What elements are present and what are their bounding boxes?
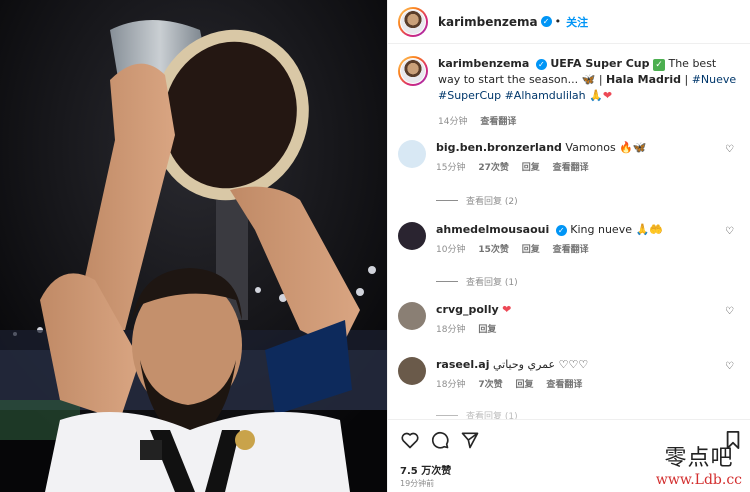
hashtag-supercup[interactable]: #SuperCup [438,89,501,102]
translate-button[interactable]: 查看翻译 [553,163,589,173]
action-bar: 7.5 万次赞 19分钟前 零点吧 www.Ldb.cc [388,419,750,492]
comment-username[interactable]: raseel.aj [436,358,489,371]
view-replies[interactable]: 查看回复 (1) [436,275,518,288]
caption-username[interactable]: karimbenzema [438,57,529,70]
caption-row: karimbenzema ✓ UEFA Super Cup ✓ The best… [398,56,740,130]
view-replies-label[interactable]: 查看回复 (1) [466,409,518,419]
check-mark-icon: ✓ [652,59,665,71]
replies-line [436,200,458,201]
comment-item: raseel.aj عمري وحياتي ♡♡♡ 18分钟 7次赞 回复 查看… [398,357,740,393]
comment-bubble-icon[interactable] [430,430,450,450]
header-avatar[interactable] [398,6,428,37]
view-replies[interactable]: 查看回复 (1) [436,409,518,419]
separator-dot: • [554,15,562,28]
comment-time[interactable]: 18分钟 [436,380,465,390]
hashtag-nueve[interactable]: #Nueve [692,73,736,86]
caption-title: UEFA Super Cup [550,57,650,70]
follow-button[interactable]: 关注 [566,14,588,30]
watermark-cn: 零点吧 [664,446,734,471]
translate-button[interactable]: 查看翻译 [553,245,589,255]
post-photo[interactable] [0,0,387,492]
comment-avatar[interactable] [398,140,426,168]
like-heart-icon[interactable] [400,430,420,450]
comment-likes[interactable]: 15次赞 [478,245,509,255]
like-heart-icon[interactable]: ♡ [725,361,734,372]
comment-username[interactable]: big.ben.bronzerland [436,141,562,154]
fire-icon: 🔥🦋 [619,141,647,154]
share-send-icon[interactable] [460,430,480,450]
comment-item: ahmedelmousaoui ✓ King nueve 🙏🤲 10分钟 15次… [398,222,740,258]
header-username[interactable]: karimbenzema [438,15,538,29]
reply-button[interactable]: 回复 [515,380,533,390]
verified-badge-icon: ✓ [535,59,547,70]
comment-text: King nueve [570,223,632,236]
comment-avatar[interactable] [398,222,426,250]
caption-translate-button[interactable]: 查看翻译 [480,117,516,127]
reply-button[interactable]: 回复 [478,325,496,335]
replies-line [436,415,458,416]
caption-text: karimbenzema ✓ UEFA Super Cup ✓ The best… [438,56,740,130]
comments-scroll-area[interactable]: karimbenzema ✓ UEFA Super Cup ✓ The best… [388,44,750,419]
post-header: karimbenzema ✓ • 关注 [388,0,750,44]
caption-bold: Hala Madrid [606,73,681,86]
comment-time[interactable]: 10分钟 [436,245,465,255]
comment-avatar[interactable] [398,302,426,330]
post-side-panel: karimbenzema ✓ • 关注 karimbenzema ✓ UEFA … [387,0,750,492]
view-replies[interactable]: 查看回复 (2) [436,194,518,207]
comment-time[interactable]: 15分钟 [436,163,465,173]
watermark-url: www.Ldb.cc [655,472,742,488]
reply-button[interactable]: 回复 [522,245,540,255]
verified-badge-icon: ✓ [555,225,567,236]
butterfly-icon: 🦋 [581,73,596,86]
view-replies-label[interactable]: 查看回复 (2) [466,194,518,207]
comment-text: عمري وحياتي ♡♡♡ [492,358,589,371]
hands-icon: 🙏🤲 [635,223,663,236]
caption-sep: | [598,73,607,86]
comment-likes[interactable]: 27次赞 [478,163,509,173]
verified-badge-icon: ✓ [540,16,552,27]
comment-body: crvg_polly ❤ 18分钟 回复 [436,302,740,338]
hashtag-alhamdulilah[interactable]: #Alhamdulilah [505,89,586,102]
comment-item: crvg_polly ❤ 18分钟 回复 ♡ [398,302,740,338]
like-heart-icon[interactable]: ♡ [725,306,734,317]
like-heart-icon[interactable]: ♡ [725,144,734,155]
likes-count[interactable]: 7.5 万次赞 [400,462,451,477]
replies-line [436,281,458,282]
view-replies-label[interactable]: 查看回复 (1) [466,275,518,288]
translate-button[interactable]: 查看翻译 [546,380,582,390]
like-heart-icon[interactable]: ♡ [725,226,734,237]
comment-username[interactable]: ahmedelmousaoui [436,223,549,236]
reply-button[interactable]: 回复 [522,163,540,173]
comment-body: ahmedelmousaoui ✓ King nueve 🙏🤲 10分钟 15次… [436,222,740,258]
caption-avatar[interactable] [398,56,428,86]
comment-time[interactable]: 18分钟 [436,325,465,335]
watermark-logo: 零点吧 www.Ldb.cc [656,440,742,488]
red-heart-icon: ❤ [602,89,613,102]
red-heart-icon: ❤ [502,303,512,316]
hands-icon: 🙏 [589,89,603,102]
post-timestamp: 19分钟前 [400,479,435,488]
comment-text: Vamonos [565,141,616,154]
caption-time[interactable]: 14分钟 [438,117,467,127]
post-image [0,0,387,492]
comment-body: big.ben.bronzerland Vamonos 🔥🦋 15分钟 27次赞… [436,140,740,176]
comment-body: raseel.aj عمري وحياتي ♡♡♡ 18分钟 7次赞 回复 查看… [436,357,740,393]
comment-likes[interactable]: 7次赞 [478,380,502,390]
comment-username[interactable]: crvg_polly [436,303,499,316]
comment-item: big.ben.bronzerland Vamonos 🔥🦋 15分钟 27次赞… [398,140,740,176]
caption-sep2: | [681,73,692,86]
comment-avatar[interactable] [398,357,426,385]
